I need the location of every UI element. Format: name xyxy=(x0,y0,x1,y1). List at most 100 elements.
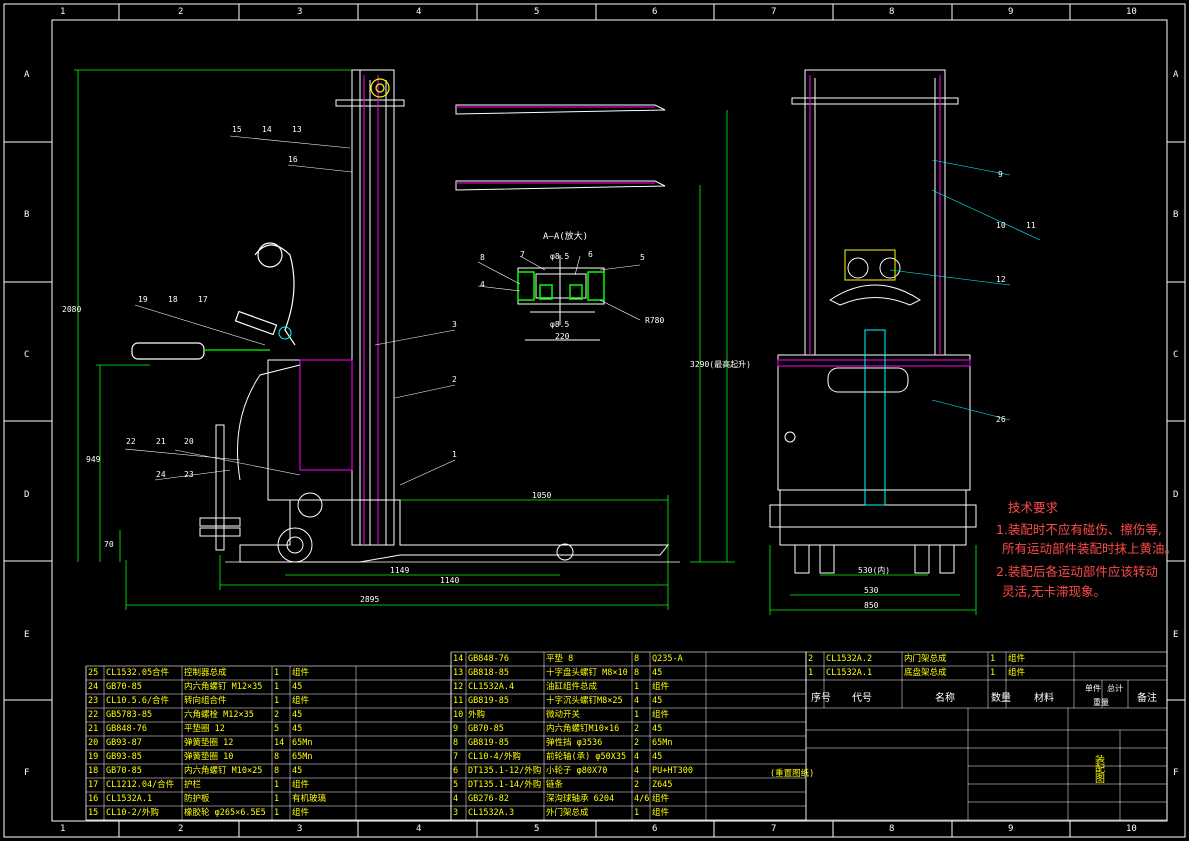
bom-cell: 14 xyxy=(274,738,285,748)
dim-mast-height: 3290(最高起升) xyxy=(690,360,751,369)
bom-cell: 2 xyxy=(634,780,640,790)
bom-cell: 21 xyxy=(88,724,99,734)
side-dimensions xyxy=(74,69,735,610)
balloon-label: 9 xyxy=(998,170,1003,179)
bom-cell: 19 xyxy=(88,752,99,762)
bom-cell: CL1532A.2 xyxy=(826,654,873,664)
bom-cell: 2 xyxy=(808,654,814,664)
bom-cell: 平垫 8 xyxy=(546,654,574,664)
tech-req-line-4: 灵活,无卡滞现象。 xyxy=(1002,584,1106,599)
bom-cell: 组件 xyxy=(1008,654,1026,664)
bom-cell: 1 xyxy=(990,668,996,678)
bom-cell: DT135.1-12/外购 xyxy=(468,766,542,776)
bom-cell: 45 xyxy=(292,766,303,776)
note-small: (重置图纸) xyxy=(770,769,815,779)
balloon-label: 17 xyxy=(198,295,208,304)
row-letter: E xyxy=(24,630,30,640)
dim-front-c: 850 xyxy=(864,601,879,610)
bom-cell: 1 xyxy=(634,808,640,818)
row-letter: B xyxy=(1173,210,1179,220)
column-number: 8 xyxy=(889,7,895,17)
bom-cell: 14 xyxy=(453,654,464,664)
bom-cell: 23 xyxy=(88,696,99,706)
column-number: 10 xyxy=(1126,824,1137,834)
bom-cell: 6 xyxy=(453,766,459,776)
bom-cell: 平垫圈 12 xyxy=(184,724,225,734)
bom-cell: 外门架总成 xyxy=(546,808,589,818)
dim-side-mid: 1140 xyxy=(440,576,460,585)
dim-side-h3: 70 xyxy=(104,540,114,549)
dim-front-a: 530(内) xyxy=(858,566,891,575)
bom-header-qty: 数量 xyxy=(991,693,1011,704)
bom-cell: 45 xyxy=(652,668,663,678)
bom-cell: PU+HT300 xyxy=(652,766,693,776)
zone-grid xyxy=(4,4,1185,837)
bom-cell: Z645 xyxy=(652,780,673,790)
bom-cell: 9 xyxy=(453,724,459,734)
bom-cell: 8 xyxy=(274,766,280,776)
bom-cell: 内六角螺钉 M10×25 xyxy=(184,766,263,776)
balloon-label: 20 xyxy=(184,437,194,446)
bom-cell: CL1532A.1 xyxy=(106,794,153,804)
bom-cell: CL1532.05合件 xyxy=(106,668,170,678)
bom-cell: 组件 xyxy=(292,780,310,790)
bom-cell: 65Mn xyxy=(292,738,313,748)
column-number: 3 xyxy=(297,824,303,834)
column-number: 2 xyxy=(178,7,184,17)
bom-cell: 12 xyxy=(453,682,464,692)
bom-cell: CL10-2/外购 xyxy=(106,808,159,818)
row-letter: B xyxy=(24,210,30,220)
bom-cell: 8 xyxy=(634,654,640,664)
title-block-code: 装配图 xyxy=(1095,755,1105,785)
balloon-label: 3 xyxy=(452,320,457,329)
bom-cell: 1 xyxy=(274,780,280,790)
column-number: 5 xyxy=(534,7,540,17)
bom-cell: 45 xyxy=(652,724,663,734)
bom-cell: CL10-4/外购 xyxy=(468,752,521,762)
bom-cell: 前轮轴(承) φ50X35 xyxy=(546,752,627,762)
dim-side-height: 2080 xyxy=(62,305,82,314)
bom-cell: 8 xyxy=(453,738,459,748)
bom-cell: 橡胶轮 φ265×6.5E5 xyxy=(184,808,266,818)
balloon-label: 22 xyxy=(126,437,136,446)
column-number: 9 xyxy=(1008,7,1014,17)
bom-cell: 控制器总成 xyxy=(184,668,227,678)
bom-cell: 65Mn xyxy=(292,752,313,762)
bom-cell: 有机玻璃 xyxy=(292,794,327,804)
bom-cell: 1 xyxy=(274,682,280,692)
row-letter: D xyxy=(24,490,30,500)
bom-cell: 链条 xyxy=(546,780,564,790)
bom-cell: 组件 xyxy=(652,710,670,720)
column-number: 1 xyxy=(60,7,66,17)
balloon-label: 11 xyxy=(1026,221,1036,230)
balloon-label: 26 xyxy=(996,415,1006,424)
bom-cell: CL1532A.3 xyxy=(468,808,515,818)
bom-cell: 组件 xyxy=(652,682,670,692)
row-letter: D xyxy=(1173,490,1179,500)
bom-cell: 防护板 xyxy=(184,794,210,804)
bom-cell: 1 xyxy=(634,682,640,692)
column-number: 4 xyxy=(416,824,422,834)
bom-cell: 4 xyxy=(634,766,640,776)
bom-cell: 4 xyxy=(453,794,459,804)
bom-cell: 18 xyxy=(88,766,99,776)
bom-header-name: 名称 xyxy=(935,693,955,704)
bom-cell: 5 xyxy=(453,780,459,790)
bom-cell: 内六角螺钉M10×16 xyxy=(546,724,620,734)
bom-cell: 24 xyxy=(88,682,99,692)
bom-cell: 组件 xyxy=(292,668,310,678)
bom-cell: GB819-85 xyxy=(468,696,509,706)
bom-cell: 15 xyxy=(88,808,99,818)
bom-cell: 1 xyxy=(274,808,280,818)
bom-cell: 45 xyxy=(292,724,303,734)
bom-cell: 转向组合件 xyxy=(184,696,227,706)
column-number: 4 xyxy=(416,7,422,17)
bom-header-material: 材料 xyxy=(1034,693,1054,704)
bom-cell: GB70-85 xyxy=(106,682,142,692)
balloon-label: 6 xyxy=(588,250,593,259)
dim-section-r: R780 xyxy=(645,316,665,325)
dim-front-b: 530 xyxy=(864,586,879,595)
bom-cell: GB93-87 xyxy=(106,738,142,748)
bom-cell: 组件 xyxy=(292,808,310,818)
dim-side-total: 2895 xyxy=(360,595,380,604)
